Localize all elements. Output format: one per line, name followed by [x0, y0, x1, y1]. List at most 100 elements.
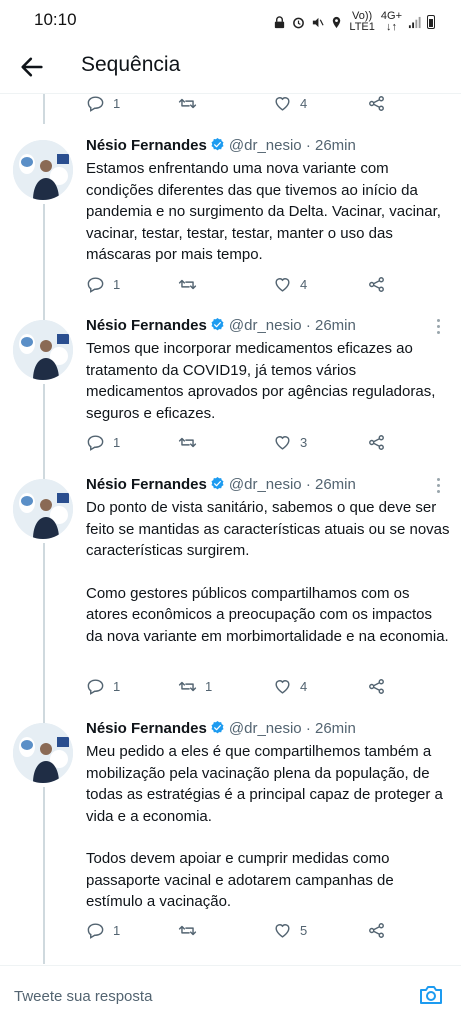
retweet-action[interactable]: [178, 275, 205, 294]
avatar[interactable]: [13, 479, 73, 539]
like-count: 4: [300, 277, 308, 292]
heart-icon: [275, 97, 290, 111]
avatar-image: [13, 479, 73, 539]
avatar-image: [13, 140, 73, 200]
reply-count: 1: [113, 679, 121, 694]
tweet-text: Meu pedido a eles é que compartilhemos t…: [86, 741, 451, 913]
author-handle[interactable]: @dr_nesio: [229, 317, 302, 334]
separator-dot: ·: [302, 476, 315, 493]
tweet-time: 26min: [315, 137, 356, 154]
reply-action[interactable]: 1: [86, 94, 120, 113]
thread-connector: [43, 787, 45, 964]
author-name[interactable]: Nésio Fernandes: [86, 317, 207, 334]
author-name[interactable]: Nésio Fernandes: [86, 137, 207, 154]
like-action[interactable]: 4: [273, 94, 307, 113]
avatar[interactable]: [13, 140, 73, 200]
reply-icon: [87, 679, 104, 695]
network-indicator-2: 4G+ ↓↑: [381, 11, 402, 33]
like-count: 4: [300, 96, 308, 111]
like-action[interactable]: 4: [273, 677, 307, 696]
tweet-time: 26min: [315, 476, 356, 493]
reply-action[interactable]: 1: [86, 921, 120, 940]
thread-connector: [43, 384, 45, 480]
author-name[interactable]: Nésio Fernandes: [86, 720, 207, 737]
avatar-image: [13, 723, 73, 783]
author-handle[interactable]: @dr_nesio: [229, 476, 302, 493]
top-app-bar: Sequência: [0, 40, 461, 94]
lock-icon: [275, 15, 285, 28]
action-row: 1 4: [86, 275, 396, 295]
like-action[interactable]: 3: [273, 433, 307, 452]
reply-count: 1: [113, 277, 121, 292]
retweet-count: 1: [205, 679, 213, 694]
alarm-icon: [293, 17, 305, 28]
reply-icon: [87, 923, 104, 939]
reply-input[interactable]: Tweete sua resposta: [14, 988, 152, 1005]
retweet-action[interactable]: [178, 433, 205, 452]
author-name[interactable]: Nésio Fernandes: [86, 476, 207, 493]
tweet-text: Do ponto de vista sanitário, sabemos o q…: [86, 497, 451, 647]
separator: ·: [305, 137, 311, 154]
like-count: 3: [300, 435, 308, 450]
tweet-paragraph: Estamos enfrentando uma nova variante co…: [86, 160, 441, 263]
heart-icon: [275, 924, 290, 938]
heart-icon: [275, 278, 290, 292]
like-action[interactable]: 5: [273, 921, 307, 940]
heart-icon: [275, 680, 290, 694]
action-row: 1 3: [86, 433, 396, 453]
verified-badge-icon: [211, 720, 224, 734]
separator: ·: [305, 720, 311, 737]
avatar[interactable]: [13, 723, 73, 783]
arrow-left-icon[interactable]: [18, 53, 46, 81]
heart-icon: [275, 436, 290, 450]
verified-badge-icon: [211, 317, 224, 331]
tweet-paragraph: Do ponto de vista sanitário, sabemos o q…: [86, 499, 450, 559]
action-row: 1 5: [86, 921, 396, 941]
avatar-image: [13, 320, 73, 380]
reply-action[interactable]: 1: [86, 433, 120, 452]
verified-badge-icon: [211, 476, 224, 490]
verified-badge-icon: [211, 137, 224, 151]
mute-icon: [313, 17, 325, 27]
share-action[interactable]: [367, 677, 386, 696]
author-handle[interactable]: @dr_nesio: [229, 137, 302, 154]
reply-count: 1: [113, 923, 121, 938]
tweet-header: Nésio Fernandes @dr_nesio · 26min: [86, 475, 356, 495]
retweet-action[interactable]: [178, 921, 205, 940]
share-action[interactable]: [367, 433, 386, 452]
separator-dot: ·: [302, 317, 315, 334]
action-row-previous: 1 4: [86, 94, 396, 114]
retweet-action[interactable]: [178, 94, 205, 113]
status-bar: 10:10 Vo)) LTE1 4G+ ↓↑: [0, 0, 461, 40]
share-action[interactable]: [367, 275, 386, 294]
retweet-action[interactable]: 1: [178, 677, 212, 696]
share-action[interactable]: [367, 921, 386, 940]
tweet-header: Nésio Fernandes @dr_nesio · 26min: [86, 316, 356, 336]
avatar[interactable]: [13, 320, 73, 380]
share-icon: [369, 679, 384, 694]
share-action[interactable]: [367, 94, 386, 113]
more-options-icon[interactable]: [433, 478, 443, 494]
reply-action[interactable]: 1: [86, 275, 120, 294]
reply-action[interactable]: 1: [86, 677, 120, 696]
network-indicator: Vo)) LTE1: [349, 11, 374, 33]
thread-feed[interactable]: 1 4 Nésio Fernandes @dr_nesio · 26min Est…: [0, 94, 461, 964]
camera-icon[interactable]: [418, 983, 444, 1007]
tweet-text: Estamos enfrentando uma nova variante co…: [86, 158, 451, 266]
tweet-header: Nésio Fernandes @dr_nesio · 26min: [86, 136, 356, 156]
reply-composer[interactable]: Tweete sua resposta: [0, 965, 461, 1024]
reply-icon: [87, 96, 104, 112]
author-handle[interactable]: @dr_nesio: [229, 720, 302, 737]
retweet-icon: [178, 925, 197, 936]
like-action[interactable]: 4: [273, 275, 307, 294]
signal-icon: [408, 16, 421, 28]
retweet-icon: [178, 98, 197, 109]
tweet-paragraph: Meu pedido a eles é que compartilhemos t…: [86, 743, 443, 825]
tweet-paragraph: Todos devem apoiar e cumprir medidas com…: [86, 850, 394, 910]
reply-count: 1: [113, 96, 121, 111]
separator-dot: ·: [302, 137, 315, 154]
reply-icon: [87, 277, 104, 293]
like-count: 4: [300, 679, 308, 694]
like-count: 5: [300, 923, 308, 938]
more-options-icon[interactable]: [433, 319, 443, 335]
